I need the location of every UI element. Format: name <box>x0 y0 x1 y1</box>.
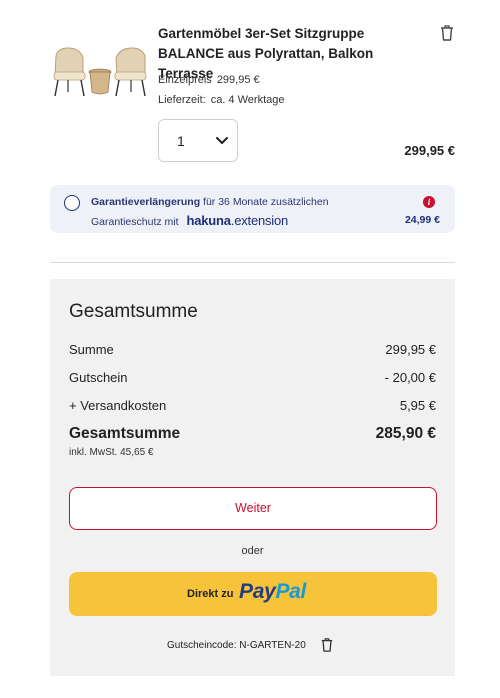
voucher-value: - 20,00 € <box>384 370 436 385</box>
delivery-value: ca. 4 Werktage <box>210 94 285 106</box>
subtotal-value: 299,95 € <box>385 342 436 357</box>
grand-total-label: Gesamtsumme <box>69 425 181 442</box>
subtotal-label: Summe <box>69 342 114 357</box>
warranty-title-bold: Garantieverlängerung <box>91 196 201 208</box>
coupon-code: Gutscheincode: N-GARTEN-20 <box>167 640 306 651</box>
warranty-extension-box: Garantieverlängerung für 36 Monate zusät… <box>50 185 455 233</box>
hakuna-brand-rest: .extension <box>230 213 289 228</box>
warranty-price: 24,99 € <box>404 214 440 226</box>
warranty-subtitle: Garantieschutz mit hakuna.extension <box>91 213 288 228</box>
remove-coupon-trash-icon[interactable] <box>320 637 334 653</box>
warranty-title-rest: für 36 Monate zusätzlichen <box>203 196 329 208</box>
info-icon[interactable]: i <box>423 196 435 208</box>
quantity-select[interactable]: 1 <box>158 119 238 162</box>
vat-note: inkl. MwSt. 45,65 € <box>69 447 154 458</box>
line-total-price: 299,95 € <box>404 143 455 158</box>
delivery-label: Lieferzeit: <box>158 94 206 106</box>
product-image[interactable] <box>50 46 150 100</box>
voucher-label: Gutschein <box>69 370 128 385</box>
shipping-label: + Versandkosten <box>69 398 167 413</box>
warranty-line2: Garantieschutz mit <box>91 216 179 228</box>
delivery-time: Lieferzeit: ca. 4 Werktage <box>158 94 284 106</box>
warranty-radio[interactable] <box>64 195 80 211</box>
chevron-down-icon <box>216 137 228 144</box>
or-separator: oder <box>241 545 264 557</box>
grand-total-value: 285,90 € <box>375 425 436 442</box>
shipping-value: 5,95 € <box>399 398 436 413</box>
divider <box>50 262 455 263</box>
paypal-checkout-button[interactable]: Direkt zu PayPal <box>69 572 437 616</box>
paypal-logo-pal: Pal <box>275 580 307 603</box>
trash-icon[interactable] <box>439 24 455 42</box>
warranty-title: Garantieverlängerung für 36 Monate zusät… <box>91 196 329 208</box>
hakuna-extension-logo: hakuna.extension <box>186 213 288 228</box>
continue-button[interactable]: Weiter <box>69 487 437 530</box>
unit-price-label: Einzelpreis <box>158 74 212 86</box>
hakuna-brand-bold: hakuna <box>186 213 231 228</box>
unit-price: Einzelpreis 299,95 € <box>158 74 260 86</box>
paypal-logo-pay: Pay <box>239 580 276 603</box>
summary-title: Gesamtsumme <box>69 301 198 322</box>
paypal-prefix: Direkt zu <box>187 588 234 600</box>
paypal-logo: PayPal <box>239 580 306 604</box>
rattan-furniture-set-image <box>53 47 147 97</box>
order-summary-panel: Gesamtsumme Summe 299,95 € Gutschein - 2… <box>50 279 455 676</box>
quantity-value: 1 <box>177 133 185 149</box>
unit-price-value: 299,95 € <box>216 74 260 86</box>
